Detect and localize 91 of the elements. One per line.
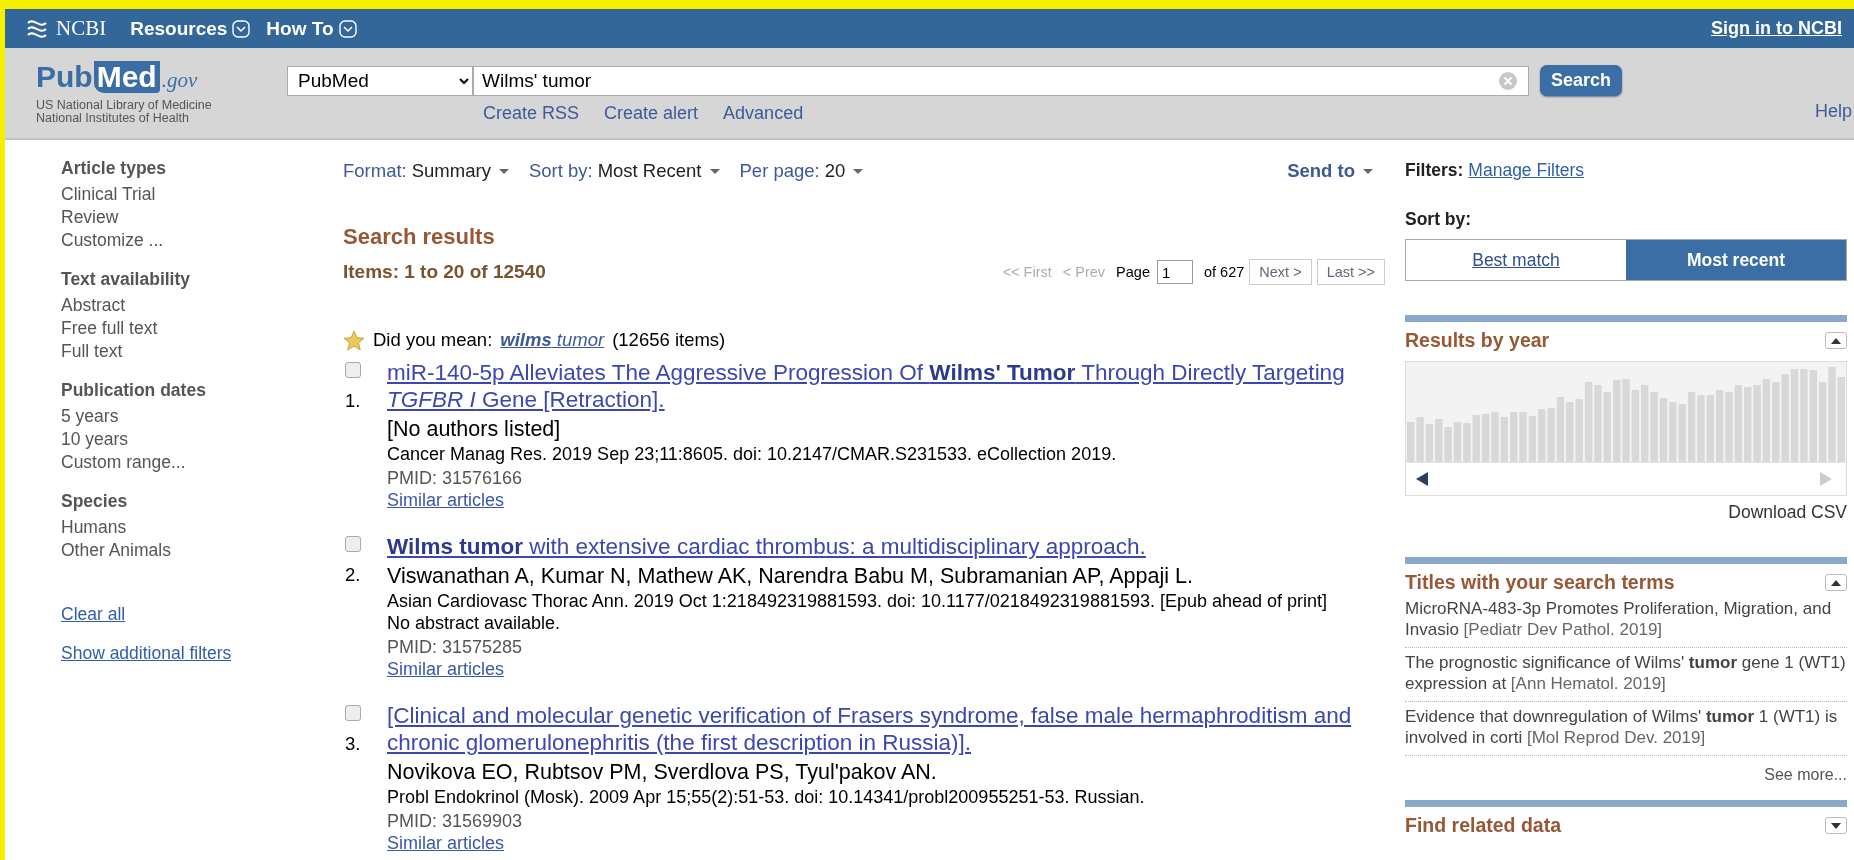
related-title-link[interactable]: MicroRNA-483-3p Promotes Proliferation, Migration, and Invasio [Pediatr Dev Pathol. 2019] — [1405, 594, 1847, 648]
result-checkbox[interactable] — [345, 705, 361, 721]
result-title-link[interactable]: Wilms tumor with extensive cardiac thrombus: a multidisciplinary approach. — [387, 533, 1385, 560]
pager-button[interactable]: Last >> — [1316, 259, 1385, 285]
suggestion-link[interactable]: wilms tumor — [500, 329, 605, 351]
filter-option[interactable]: Other Animals — [61, 539, 343, 562]
left-arrow-icon[interactable] — [1416, 472, 1428, 486]
up-triangle-icon — [1831, 337, 1841, 344]
sort-label: Sort by: — [1405, 209, 1473, 230]
filter-heading: Text availability — [61, 269, 192, 290]
toolbar-dropdown[interactable]: Per page: 20 — [739, 160, 864, 182]
filter-option[interactable]: Humans — [61, 516, 343, 539]
result-checkbox[interactable] — [345, 362, 361, 378]
page-field[interactable]: 1 — [1157, 260, 1193, 284]
logo-caption: US National Library of Medicine National Institutes of Health — [36, 99, 213, 125]
header-link[interactable]: Create alert — [604, 103, 699, 124]
results-heading: Search results — [343, 224, 496, 250]
filters-label: Filters: — [1405, 160, 1464, 180]
similar-articles-link[interactable]: Similar articles — [387, 832, 1385, 854]
suggestion-count: (12656 items) — [612, 329, 726, 351]
toolbar-dropdown[interactable]: Format: Summary — [343, 160, 509, 182]
filter-option[interactable]: Review — [61, 206, 343, 229]
result-authors: Novikova EO, Rubtsov PM, Sverdlova PS, Tyul'pakov AN. — [387, 759, 938, 785]
result-pmid: PMID: 31575285 — [387, 636, 524, 658]
related-title-link[interactable]: Evidence that downregulation of Wilms' tumor 1 (WT1) is involved in corti [Mol Reprod Dev. 2019] — [1405, 702, 1847, 756]
header-link[interactable]: Advanced — [723, 103, 804, 124]
pubmed-logo[interactable]: PubMed .gov — [36, 61, 287, 93]
filter-option[interactable]: Free full text — [61, 317, 343, 340]
up-triangle-icon — [1831, 579, 1841, 586]
see-more-link[interactable]: See more... — [1405, 766, 1847, 784]
expand-button[interactable] — [1825, 817, 1847, 834]
suggestion-label: Did you mean: — [373, 329, 493, 351]
panel-heading: Titles with your search terms — [1405, 571, 1675, 594]
menu-button[interactable]: How To — [266, 17, 357, 40]
chevron-icon — [338, 19, 357, 38]
result-citation: Asian Cardiovasc Thorac Ann. 2019 Oct 1:218492319881593. doi: 10.1177/0218492319881593. [Epub ahead of print] — [387, 590, 1329, 612]
ncbi-logo[interactable]: NCBI — [56, 16, 107, 41]
panel-heading: Find related data — [1405, 814, 1562, 837]
search-button[interactable]: Search — [1540, 65, 1623, 96]
collapse-button[interactable] — [1825, 332, 1847, 349]
sort-toggle[interactable]: Most recent — [1626, 240, 1846, 280]
items-count: Items: 1 to 20 of 12540 — [343, 261, 546, 283]
result-title-link[interactable]: miR-140-5p Alleviates The Aggressive Progression Of Wilms' Tumor Through Directly Targeting TGFBR I Gene [Retraction]. — [387, 359, 1385, 413]
result-authors: Viswanathan A, Kumar N, Mathew AK, Narendra Babu M, Subramanian AP, Appaji L. — [387, 563, 1194, 589]
page-total: of 627 — [1204, 264, 1245, 280]
down-triangle-icon — [1831, 822, 1841, 829]
result-citation: Cancer Manag Res. 2019 Sep 23;11:8605. doi: 10.2147/CMAR.S231533. eCollection 2019. — [387, 443, 1118, 465]
filter-option[interactable]: Clinical Trial — [61, 183, 343, 206]
search-field[interactable]: Wilms' tumor — [473, 65, 1529, 96]
sign-in-link[interactable]: Sign in to NCBI — [1711, 18, 1842, 39]
result-pmid: PMID: 31569903 — [387, 810, 524, 832]
filter-link[interactable]: Clear all — [61, 604, 343, 625]
filter-option[interactable]: Full text — [61, 340, 343, 363]
download-csv-link[interactable]: Download CSV — [1405, 502, 1847, 523]
result-checkbox[interactable] — [345, 536, 361, 552]
filter-option[interactable]: Abstract — [61, 294, 343, 317]
filter-option[interactable]: Custom range... — [61, 451, 343, 474]
filter-option[interactable]: Customize ... — [61, 229, 343, 252]
filter-option[interactable]: 10 years — [61, 428, 343, 451]
result-citation: Probl Endokrinol (Mosk). 2009 Apr 15;55(2):51-53. doi: 10.14341/probl200955251-53. Russian. — [387, 786, 1146, 808]
filter-link[interactable]: Show additional filters — [61, 643, 343, 664]
result-number: 2. — [345, 564, 362, 586]
result-note: No abstract available. — [387, 612, 562, 634]
right-arrow-icon[interactable] — [1820, 472, 1832, 486]
result-title-link[interactable]: [Clinical and molecular genetic verification of Frasers syndrome, false male hermaphroditism and chronic glomerulonephritis (the first description in Russia)]. — [387, 702, 1385, 756]
helix-icon — [25, 17, 49, 40]
result-number: 3. — [345, 733, 362, 755]
filter-heading: Publication dates — [61, 380, 207, 401]
star-icon — [343, 329, 365, 351]
header-link[interactable]: Create RSS — [483, 103, 580, 124]
database-dropdown[interactable]: PubMed — [287, 65, 473, 96]
filter-heading: Species — [61, 491, 129, 512]
manage-filters-link[interactable]: Manage Filters — [1468, 160, 1585, 180]
collapse-button[interactable] — [1825, 574, 1847, 591]
filter-option[interactable]: 5 years — [61, 405, 343, 428]
panel-heading: Results by year — [1405, 329, 1550, 352]
result-authors: [No authors listed] — [387, 416, 562, 442]
result-number: 1. — [345, 390, 362, 412]
help-link[interactable]: Help — [1814, 101, 1852, 122]
chevron-icon — [232, 19, 251, 38]
toolbar-dropdown[interactable]: Sort by: Most Recent — [528, 160, 720, 182]
send-to-button[interactable]: Send to — [1287, 160, 1373, 182]
pager-button[interactable]: Next > — [1249, 259, 1312, 285]
related-title-link[interactable]: The prognostic significance of Wilms' tumor gene 1 (WT1) expression at [Ann Hematol. 2019] — [1405, 648, 1847, 702]
page-label: Page — [1116, 264, 1150, 280]
similar-articles-link[interactable]: Similar articles — [387, 489, 1385, 511]
clear-icon[interactable] — [1499, 71, 1517, 90]
similar-articles-link[interactable]: Similar articles — [387, 658, 1385, 680]
filter-heading: Article types — [61, 158, 168, 179]
menu-button[interactable]: Resources — [130, 17, 251, 40]
result-pmid: PMID: 31576166 — [387, 467, 524, 489]
